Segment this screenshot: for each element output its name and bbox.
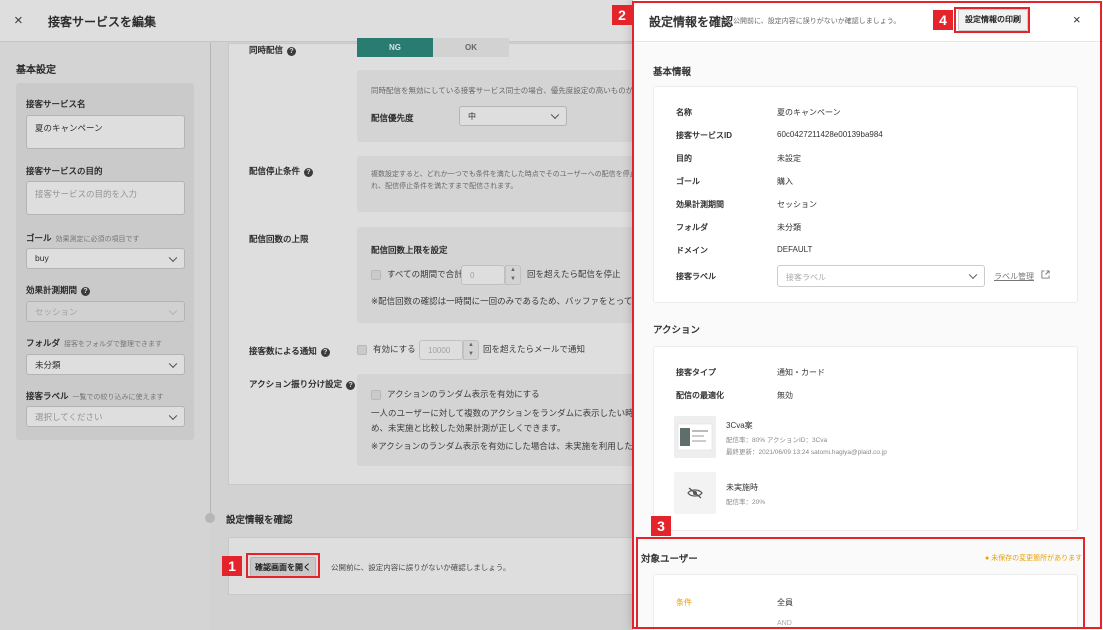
callout-box-2 <box>632 1 1102 629</box>
callout-box-3 <box>636 537 1085 629</box>
modal-overlay[interactable] <box>0 0 633 630</box>
callout-box-4 <box>954 7 1030 33</box>
callout-tag-1: 1 <box>222 556 242 576</box>
callout-tag-4: 4 <box>933 10 953 30</box>
callout-tag-2: 2 <box>612 5 632 25</box>
callout-tag-3: 3 <box>651 516 671 536</box>
callout-box-1 <box>246 553 320 578</box>
